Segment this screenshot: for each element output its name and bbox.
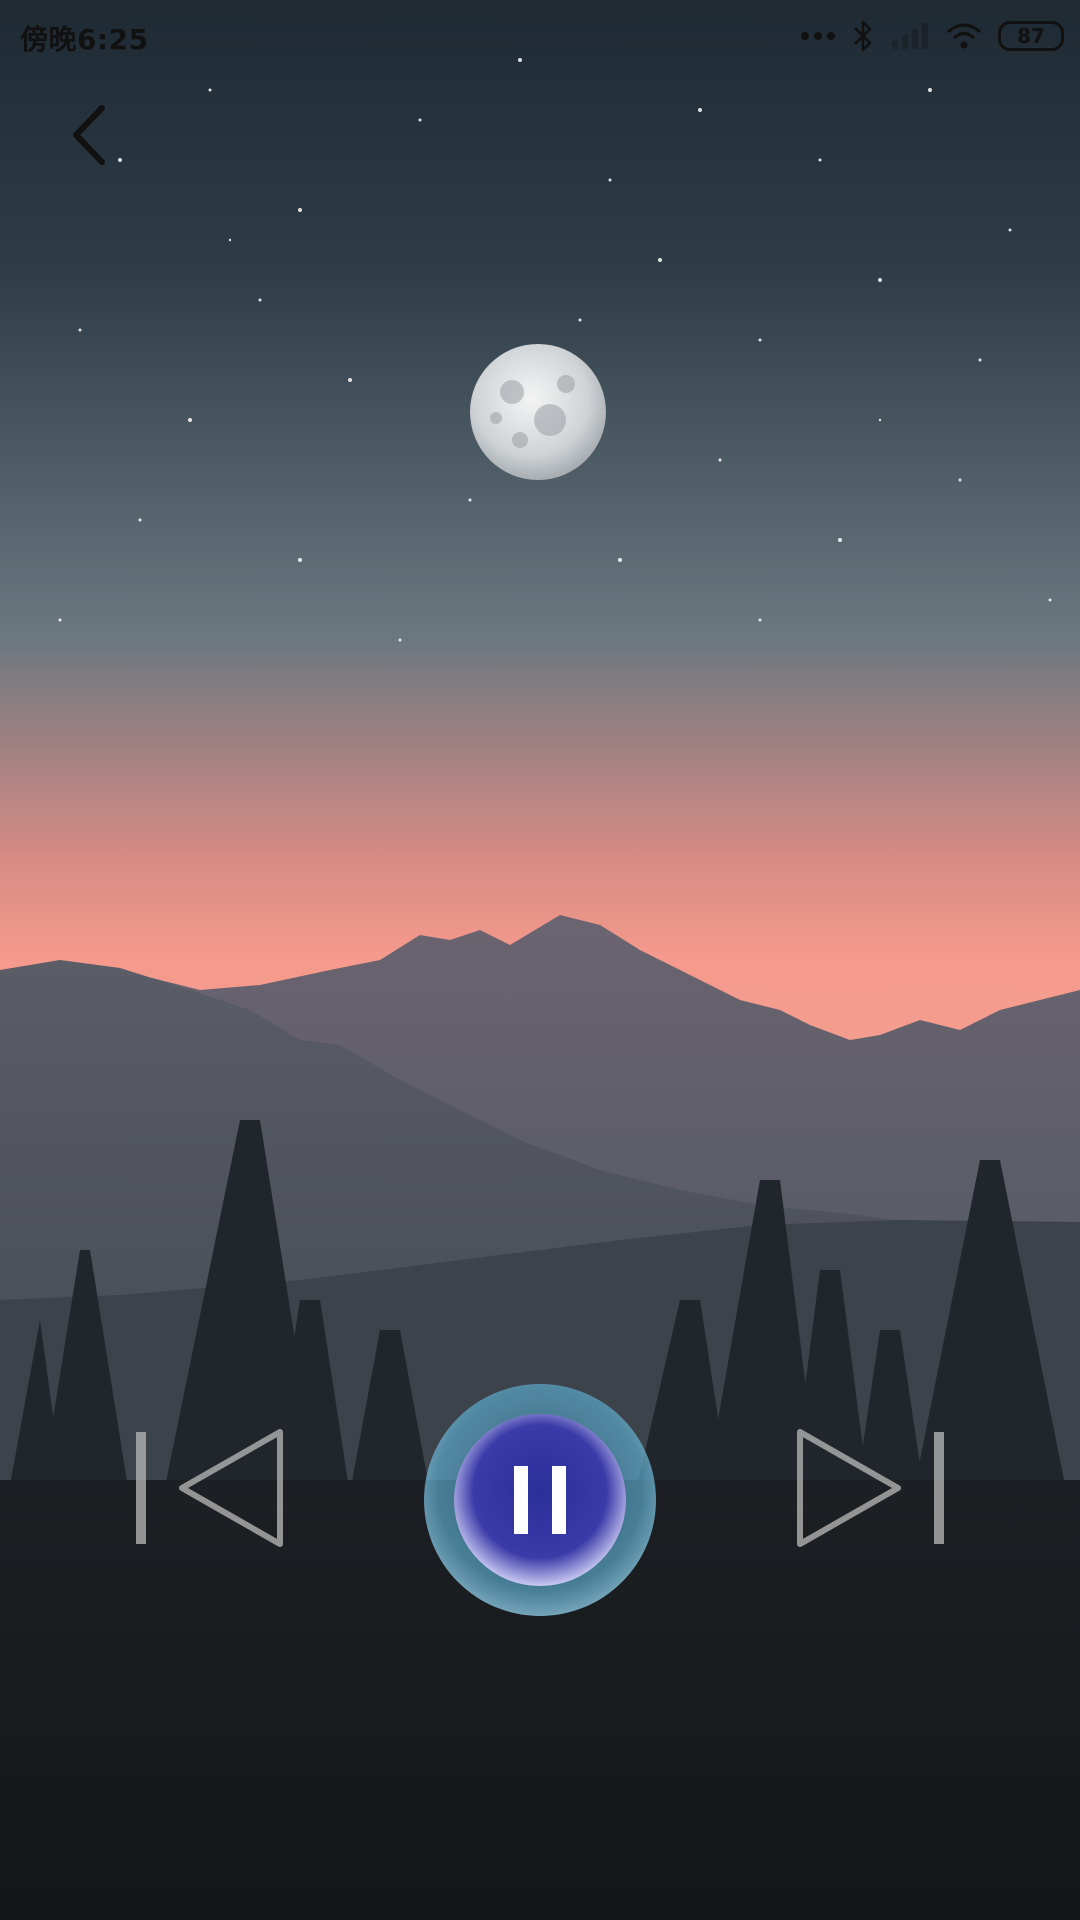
player-screen: 傍晚6:25 87 — [0, 0, 1080, 1920]
battery-icon: 87 — [998, 21, 1064, 51]
battery-level: 87 — [1017, 24, 1045, 48]
play-pause-button[interactable] — [420, 1380, 660, 1620]
signal-icon — [892, 23, 928, 49]
more-dots-icon — [801, 32, 835, 40]
back-button[interactable] — [60, 100, 120, 170]
chevron-left-icon — [73, 105, 105, 165]
status-bar: 傍晚6:25 87 — [0, 0, 1080, 72]
next-track-button[interactable] — [790, 1420, 950, 1560]
bluetooth-icon — [854, 20, 872, 52]
playback-controls — [0, 1380, 1080, 1620]
wifi-icon — [946, 23, 982, 49]
status-time: 傍晚6:25 — [20, 23, 149, 56]
background-artwork — [0, 0, 1080, 1920]
skip-next-icon — [797, 1429, 944, 1547]
previous-track-button[interactable] — [130, 1420, 290, 1560]
skip-previous-icon — [136, 1429, 283, 1547]
pause-icon — [424, 1384, 656, 1616]
status-icons: 87 — [800, 16, 1064, 56]
